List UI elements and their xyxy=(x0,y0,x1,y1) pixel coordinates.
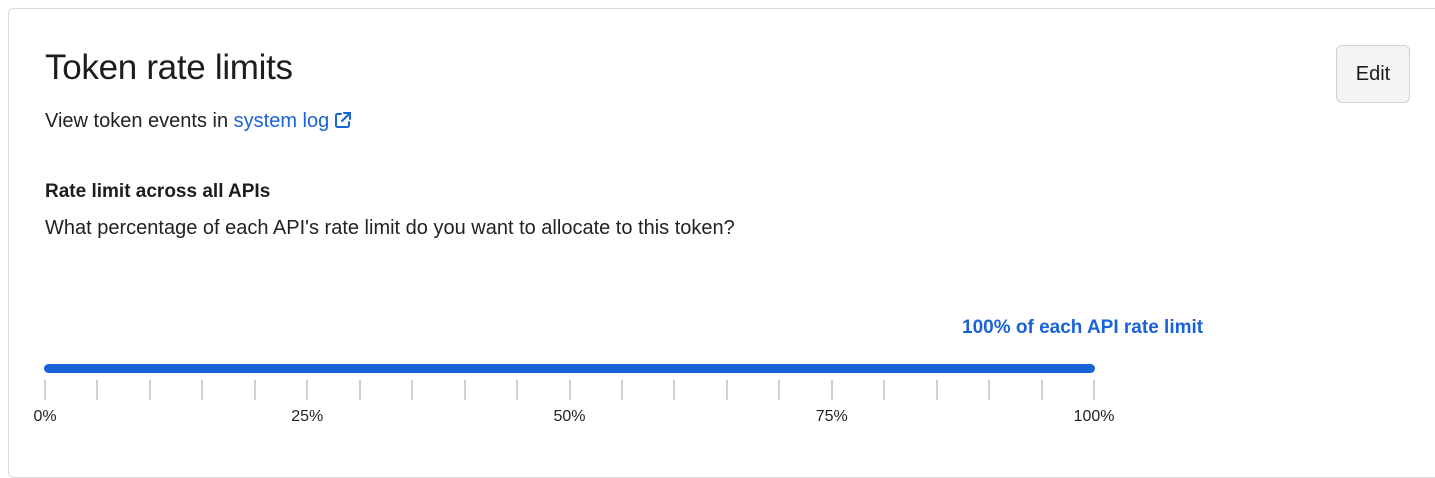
slider-tick xyxy=(620,380,623,400)
page-title: Token rate limits xyxy=(45,48,293,87)
system-log-prefix: View token events in xyxy=(45,110,234,132)
slider-tick xyxy=(568,380,571,400)
slider-tick xyxy=(778,380,781,400)
slider-tick xyxy=(201,380,204,400)
slider-ticks xyxy=(44,380,1095,400)
slider-tick-label: 100% xyxy=(1073,408,1115,425)
rate-limit-description: What percentage of each API's rate limit… xyxy=(45,217,735,239)
slider-tick xyxy=(306,380,309,400)
slider-tick xyxy=(988,380,991,400)
slider-tick-label: 50% xyxy=(553,408,586,425)
slider-tick xyxy=(96,380,99,400)
slider-tick xyxy=(830,380,833,400)
slider-tick xyxy=(253,380,256,400)
slider-tick xyxy=(673,380,676,400)
rate-limit-value-label: 100% of each API rate limit xyxy=(962,317,1204,338)
system-log-link-text[interactable]: system log xyxy=(234,110,330,132)
slider-tick xyxy=(148,380,151,400)
rate-limit-slider[interactable] xyxy=(44,362,1095,376)
slider-tick xyxy=(1040,380,1043,400)
slider-tick-label: 25% xyxy=(291,408,324,425)
slider-tick xyxy=(516,380,519,400)
slider-tick xyxy=(883,380,886,400)
slider-tick xyxy=(411,380,414,400)
slider-tick-label: 75% xyxy=(815,408,848,425)
system-log-line: View token events in system log xyxy=(45,108,352,134)
external-link-icon[interactable] xyxy=(334,111,352,129)
slider-tick xyxy=(463,380,466,400)
slider-tick xyxy=(935,380,938,400)
slider-tick xyxy=(725,380,728,400)
slider-tick xyxy=(358,380,361,400)
rate-limit-heading: Rate limit across all APIs xyxy=(45,181,271,202)
edit-button[interactable]: Edit xyxy=(1336,45,1410,103)
system-log-link[interactable]: system log xyxy=(234,110,353,132)
slider-tick-label: 0% xyxy=(33,408,57,425)
slider-tick xyxy=(1093,380,1095,400)
slider-fill[interactable] xyxy=(44,364,1095,373)
slider-tick xyxy=(44,380,46,400)
